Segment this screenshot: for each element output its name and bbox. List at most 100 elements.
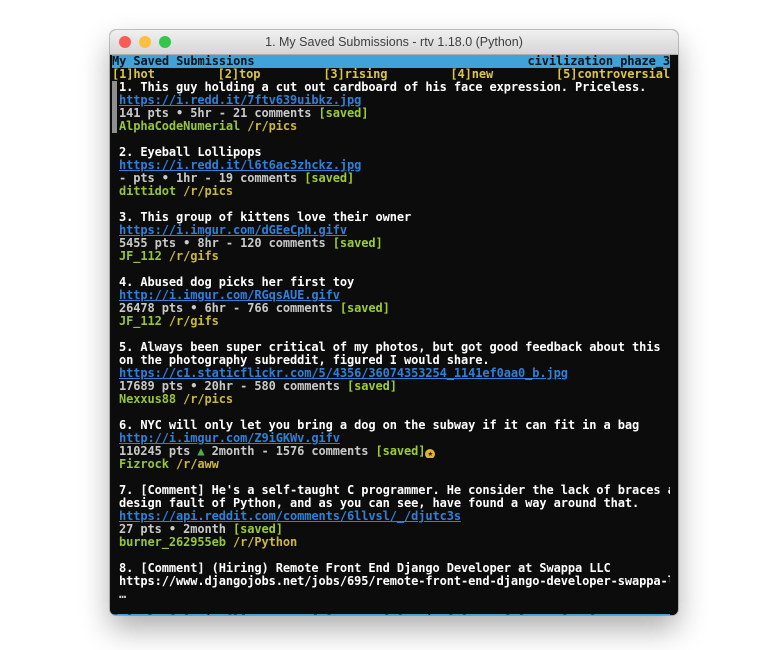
saved-badge: [saved] [304,172,354,185]
zoom-button[interactable] [159,36,171,48]
points-value: 27 pts [119,523,162,536]
selection-cursor [112,81,117,133]
subreddit-name[interactable]: /r/Python [233,536,297,549]
submission-stats: 110245 pts ▲ 2month - 1576 comments [sav… [112,445,670,458]
terminal-window: 1. My Saved Submissions - rtv 1.18.0 (Py… [110,30,678,615]
author-name[interactable]: Fizrock [119,458,169,471]
submission-stats: 17689 pts • 20hr - 580 comments [saved] [112,380,670,393]
submission[interactable]: 1. This guy holding a cut out cardboard … [112,81,678,133]
comments-count: - 1576 comments [262,445,369,458]
submission-url[interactable]: http://i.imgur.com/RGqsAUE.gifv [112,289,670,302]
age-value: 20hr [205,380,234,393]
points-value: 110245 pts [119,445,190,458]
submission-url[interactable]: https://i.redd.it/7ftv639uibkz.jpg [112,94,670,107]
status-bar-bottom: [?]Help [q]Quit [l]Comments [/]Prompt [u… [112,614,670,615]
age-value: 8hr [197,237,218,250]
subreddit-name[interactable]: /r/pics [183,393,233,406]
author-name[interactable]: AlphaCodeNumerial [119,120,240,133]
comments-count: - 580 comments [240,380,340,393]
submission[interactable]: 2. Eyeball Lollipopshttps://i.redd.it/l6… [112,146,678,198]
category-hot[interactable]: [1]hot [112,68,155,81]
status-bar-top: My Saved Submissions civilization_phaze_… [112,55,670,68]
terminal-content: My Saved Submissions civilization_phaze_… [110,55,678,615]
bullet-separator: • [190,380,197,393]
page-title: My Saved Submissions [112,55,255,68]
submission-title: 2. Eyeball Lollipops [112,146,670,159]
comments-count: - 21 comments [219,107,312,120]
submission-stats: 27 pts • 2month [saved] [112,523,670,536]
window-titlebar: 1. My Saved Submissions - rtv 1.18.0 (Py… [110,30,678,55]
comments-count: - 19 comments [205,172,298,185]
bullet-separator: • [176,107,183,120]
age-value: 5hr [190,107,211,120]
age-value: 2month [183,523,226,536]
submission-url[interactable]: https://c1.staticflickr.com/5/4356/36074… [112,367,670,380]
subreddit-name[interactable]: /r/gifs [169,250,219,263]
author-name[interactable]: JF_112 [119,315,162,328]
points-value: 5455 pts [119,237,176,250]
submission-url[interactable]: https://i.redd.it/l6t6ac3zhckz.jpg [112,159,670,172]
age-value: 2month [212,445,255,458]
category-new[interactable]: [4]new [450,68,493,81]
submission-title: 7. [Comment] He's a self-taught C progra… [112,484,670,497]
submission-url[interactable]: https://i.imgur.com/dGEeCph.gifv [112,224,670,237]
submission-byline: Nexxus88 /r/pics [112,393,670,406]
author-name[interactable]: burner_262955eb [119,536,226,549]
submission-title: https://www.djangojobs.net/jobs/695/remo… [112,575,670,588]
category-bar: [1]hot [2]top [3]rising [4]new [5]controvers… [112,68,670,81]
truncation-ellipsis: … [112,588,670,601]
submission[interactable]: 7. [Comment] He's a self-taught C progra… [112,484,678,549]
points-value: 26478 pts [119,302,183,315]
submission[interactable]: 8. [Comment] (Hiring) Remote Front End D… [112,562,678,601]
bullet-separator: • [190,302,197,315]
age-value: 6hr [205,302,226,315]
close-button[interactable] [119,36,131,48]
submission[interactable]: 4. Abused dog picks her first toyhttp://… [112,276,678,328]
submission[interactable]: 5. Always been super critical of my phot… [112,341,678,406]
upvote-arrow-icon: ▲ [197,445,204,458]
submission[interactable]: 6. NYC will only let you bring a dog on … [112,419,678,471]
saved-badge: [saved] [233,523,283,536]
submission-title: 1. This guy holding a cut out cardboard … [112,81,670,94]
subreddit-name[interactable]: /r/gifs [169,315,219,328]
submission-list: 1. This guy holding a cut out cardboard … [112,81,678,601]
bullet-separator: • [169,523,176,536]
submission-url[interactable]: http://i.imgur.com/Z9iGKWv.gifv [112,432,670,445]
age-value: 1hr [176,172,197,185]
category-controversial[interactable]: [5]controversial [556,68,670,81]
submission-byline: burner_262955eb /r/Python [112,536,670,549]
submission-title: 5. Always been super critical of my phot… [112,341,670,354]
subreddit-name[interactable]: /r/pics [247,120,297,133]
submission-byline: JF_112 /r/gifs [112,250,670,263]
minimize-button[interactable] [139,36,151,48]
points-value: 141 pts [119,107,169,120]
submission-title: 4. Abused dog picks her first toy [112,276,670,289]
submission-byline: Fizrock /r/aww [112,458,670,471]
window-title: 1. My Saved Submissions - rtv 1.18.0 (Py… [110,30,678,54]
submission-stats: 141 pts • 5hr - 21 comments [saved] [112,107,670,120]
author-name[interactable]: JF_112 [119,250,162,263]
submission-title: 6. NYC will only let you bring a dog on … [112,419,670,432]
author-name[interactable]: dittidot [119,185,176,198]
logged-in-username: civilization_phaze_3 [528,55,671,68]
submission-stats: 26478 pts • 6hr - 766 comments [saved] [112,302,670,315]
category-top[interactable]: [2]top [218,68,261,81]
saved-badge: [saved] [376,445,426,458]
category-rising[interactable]: [3]rising [323,68,387,81]
submission-title: on the photography subreddit, figured I … [112,354,670,367]
submission[interactable]: 3. This group of kittens love their owne… [112,211,678,263]
submission-byline: AlphaCodeNumerial /r/pics [112,120,670,133]
points-value: 17689 pts [119,380,183,393]
points-value: - pts [119,172,155,185]
subreddit-name[interactable]: /r/aww [176,458,219,471]
saved-badge: [saved] [333,237,383,250]
gilded-icon: ★ [425,449,435,458]
bullet-separator: • [162,172,169,185]
saved-badge: [saved] [347,380,397,393]
submission-title: 8. [Comment] (Hiring) Remote Front End D… [112,562,670,575]
submission-stats: 5455 pts • 8hr - 120 comments [saved] [112,237,670,250]
author-name[interactable]: Nexxus88 [119,393,176,406]
submission-url[interactable]: https://api.reddit.com/comments/6llvsl/_… [112,510,670,523]
submission-title: design fault of Python, and as you can s… [112,497,670,510]
subreddit-name[interactable]: /r/pics [183,185,233,198]
